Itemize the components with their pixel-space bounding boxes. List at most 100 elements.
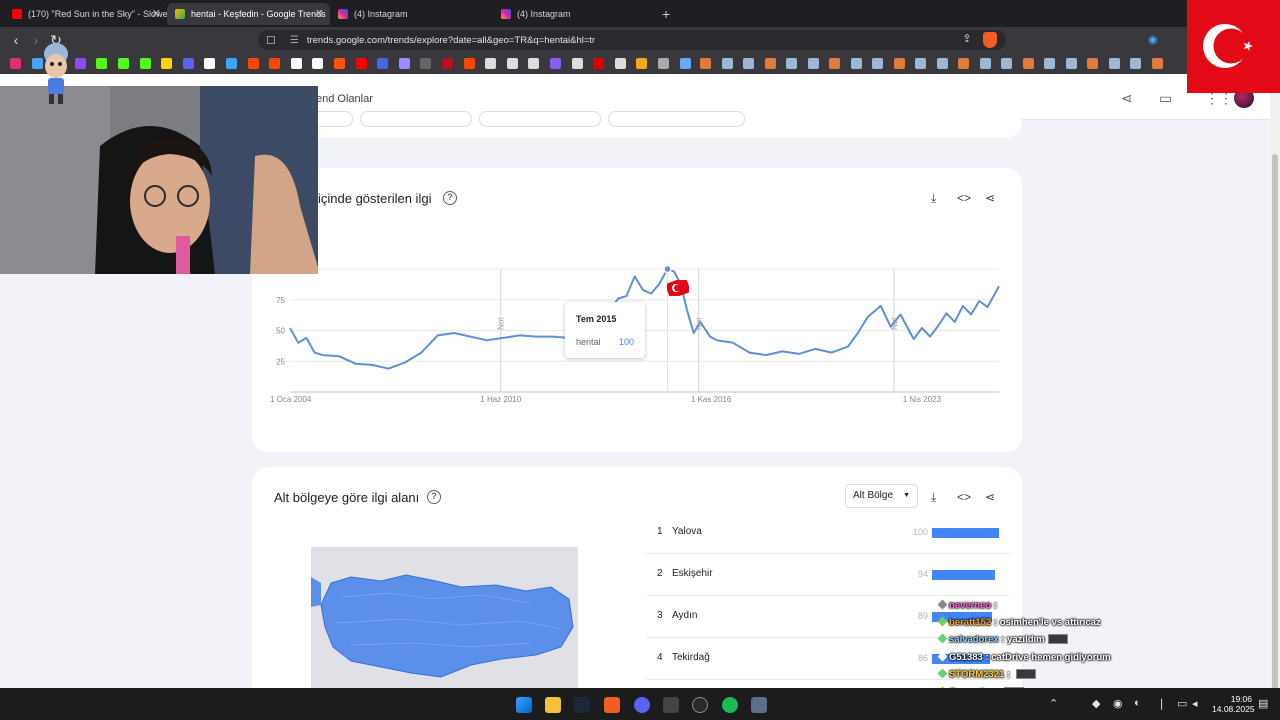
bookmark-favicon[interactable] bbox=[290, 58, 302, 69]
bookmark-favicon[interactable] bbox=[893, 58, 905, 69]
turkey-map[interactable] bbox=[311, 547, 578, 688]
bookmark-favicon[interactable] bbox=[872, 58, 883, 69]
bookmark-favicon[interactable] bbox=[743, 58, 754, 69]
bookmark-favicon[interactable] bbox=[614, 58, 626, 69]
notification-icon[interactable]: ▤ bbox=[1258, 697, 1268, 710]
chat-username[interactable]: neverneo bbox=[949, 600, 991, 611]
bookmark-favicon[interactable] bbox=[764, 58, 776, 69]
bookmark-favicon[interactable] bbox=[1108, 58, 1120, 69]
bookmark-favicon[interactable] bbox=[312, 58, 324, 69]
microphone-icon[interactable]: ❘ bbox=[1157, 697, 1166, 710]
volume-icon[interactable]: ◂ bbox=[1192, 697, 1198, 710]
help-icon[interactable]: ? bbox=[443, 191, 457, 205]
network-icon[interactable]: ▭ bbox=[1177, 697, 1187, 710]
bookmark-favicon[interactable] bbox=[593, 58, 605, 69]
site-info-icon[interactable]: ☰ bbox=[290, 35, 299, 46]
share-icon[interactable]: ⋖ bbox=[985, 490, 995, 504]
embed-icon[interactable]: <> bbox=[957, 191, 971, 205]
back-icon[interactable]: ‹ bbox=[6, 32, 26, 48]
filter-chip[interactable] bbox=[608, 111, 745, 127]
bookmark-icon[interactable]: ☐ bbox=[266, 34, 276, 47]
bookmark-favicon[interactable] bbox=[658, 58, 669, 69]
tray-app-icon[interactable]: ◆ bbox=[1092, 697, 1100, 710]
bookmark-favicon[interactable] bbox=[786, 58, 797, 69]
bookmark-favicon[interactable] bbox=[204, 58, 216, 69]
help-icon[interactable]: ? bbox=[427, 490, 441, 504]
bookmark-favicon[interactable] bbox=[1022, 58, 1034, 69]
bookmark-favicon[interactable] bbox=[74, 58, 86, 69]
app-icon[interactable] bbox=[751, 697, 767, 713]
tray-chevron-icon[interactable]: ⌃ bbox=[1049, 697, 1058, 710]
bookmark-favicon[interactable] bbox=[679, 58, 691, 69]
tray-steam-icon[interactable]: ◉ bbox=[1113, 697, 1123, 710]
tab-youtube[interactable]: (170) "Red Sun in the Sky" - Slowed ✕ bbox=[4, 3, 167, 25]
bookmark-favicon[interactable] bbox=[161, 58, 173, 69]
bookmark-favicon[interactable] bbox=[442, 58, 453, 69]
tab-instagram-1[interactable]: (4) Instagram bbox=[330, 3, 493, 25]
bookmark-favicon[interactable] bbox=[571, 58, 583, 69]
download-icon[interactable]: ⤓ bbox=[931, 490, 936, 505]
bookmark-favicon[interactable] bbox=[96, 58, 108, 69]
bookmark-favicon[interactable] bbox=[636, 58, 648, 69]
file-explorer-icon[interactable] bbox=[545, 697, 561, 713]
bookmark-favicon[interactable] bbox=[398, 58, 410, 69]
bookmark-favicon[interactable] bbox=[850, 58, 862, 69]
share-page-icon[interactable]: ⇪ bbox=[957, 32, 977, 45]
share-icon[interactable]: ⋖ bbox=[1121, 90, 1133, 107]
brave-shield-icon[interactable] bbox=[983, 32, 997, 48]
chat-username[interactable]: G51383 bbox=[949, 652, 983, 663]
embed-icon[interactable]: <> bbox=[957, 490, 971, 504]
bookmark-favicon[interactable] bbox=[182, 58, 194, 69]
bookmark-favicon[interactable] bbox=[1065, 58, 1077, 69]
chat-username[interactable]: STORM2321 bbox=[949, 669, 1004, 680]
discord-icon[interactable] bbox=[634, 697, 650, 713]
chat-username[interactable]: salvadorex bbox=[949, 634, 999, 645]
app-icon[interactable] bbox=[663, 697, 679, 713]
bookmark-favicon[interactable] bbox=[528, 58, 540, 69]
bookmark-favicon[interactable] bbox=[915, 58, 926, 69]
download-icon[interactable]: ⤓ bbox=[931, 191, 936, 206]
bookmark-favicon[interactable] bbox=[10, 58, 21, 69]
bookmark-favicon[interactable] bbox=[829, 58, 840, 69]
bookmark-favicon[interactable] bbox=[1087, 58, 1098, 69]
bookmark-favicon[interactable] bbox=[269, 58, 281, 69]
bookmark-favicon[interactable] bbox=[420, 58, 432, 69]
scrollbar-thumb[interactable] bbox=[1272, 154, 1278, 694]
bookmark-favicon[interactable] bbox=[226, 58, 237, 69]
feedback-icon[interactable]: ▭ bbox=[1159, 90, 1172, 107]
tray-speaker-icon[interactable]: ◐ bbox=[1134, 697, 1141, 709]
close-icon[interactable]: ✕ bbox=[152, 7, 161, 20]
bookmark-favicon[interactable] bbox=[1044, 58, 1055, 69]
share-icon[interactable]: ⋖ bbox=[985, 191, 995, 205]
region-row[interactable]: 2 Eskişehir 94 bbox=[646, 554, 1010, 596]
start-icon[interactable] bbox=[516, 697, 532, 713]
bookmark-favicon[interactable] bbox=[506, 58, 518, 69]
bookmark-favicon[interactable] bbox=[485, 58, 497, 69]
tab-google-trends[interactable]: hentai - Keşfedin - Google Trends ✕ bbox=[167, 2, 330, 25]
bookmark-favicon[interactable] bbox=[247, 58, 259, 69]
bookmark-favicon[interactable] bbox=[1130, 58, 1141, 69]
tab-instagram-2[interactable]: (4) Instagram bbox=[493, 3, 656, 25]
url-bar[interactable]: ☐ ☰ trends.google.com/trends/explore?dat… bbox=[258, 30, 1006, 50]
filter-chip[interactable] bbox=[479, 111, 601, 127]
filter-chip[interactable] bbox=[360, 111, 472, 127]
page-scrollbar[interactable] bbox=[1270, 74, 1280, 694]
steam-icon[interactable] bbox=[574, 697, 590, 713]
bookmark-favicon[interactable] bbox=[979, 58, 991, 69]
new-tab-button[interactable]: + bbox=[662, 6, 670, 22]
bookmark-favicon[interactable] bbox=[958, 58, 969, 69]
bookmark-favicon[interactable] bbox=[334, 58, 345, 69]
bookmark-favicon[interactable] bbox=[463, 58, 475, 69]
header-title[interactable]: end Olanlar bbox=[316, 93, 373, 105]
bookmark-favicon[interactable] bbox=[139, 58, 151, 69]
obs-icon[interactable] bbox=[692, 697, 708, 713]
bookmark-favicon[interactable] bbox=[936, 58, 948, 69]
taskbar-clock[interactable]: 19:06 14.08.2025 bbox=[1212, 694, 1255, 714]
region-dropdown[interactable]: Alt Bölge ▼ bbox=[845, 484, 918, 508]
bookmark-favicon[interactable] bbox=[355, 58, 367, 69]
bookmark-favicon[interactable] bbox=[550, 58, 561, 69]
bookmark-favicon[interactable] bbox=[721, 58, 733, 69]
chat-username[interactable]: beratt152 bbox=[949, 617, 991, 628]
bookmark-favicon[interactable] bbox=[807, 58, 819, 69]
spotify-icon[interactable] bbox=[722, 697, 738, 713]
